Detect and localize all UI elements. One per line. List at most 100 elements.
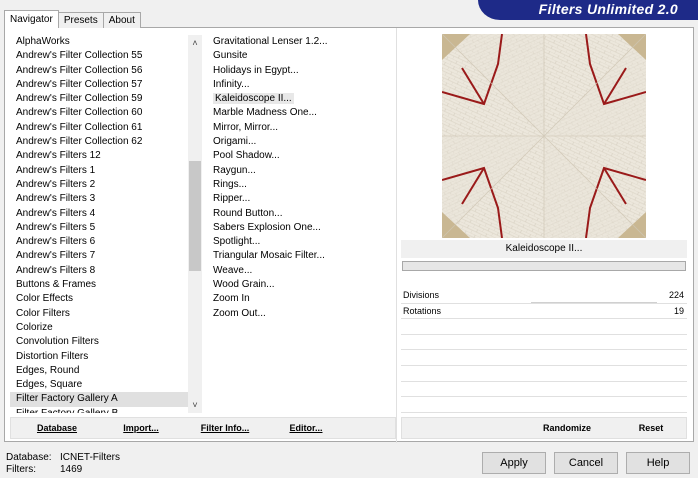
param-empty [401,397,687,413]
category-item[interactable]: Andrew's Filter Collection 59 [10,92,188,106]
main-panel: AlphaWorks Andrew's Filter Collection 55 A… [4,27,694,443]
database-button-label: Database [36,423,78,433]
category-item[interactable]: Filter Factory Gallery B [10,407,188,413]
tab-presets[interactable]: Presets [57,12,104,28]
help-button[interactable]: Help [626,452,690,474]
filter-list[interactable]: Gravitational Lenser 1.2... Gunsite Holida… [210,35,395,413]
filter-item[interactable]: Infinity... [210,78,395,92]
preview-button-bar: Randomize Reset [401,417,687,439]
category-item[interactable]: Distortion Filters [10,350,188,364]
randomize-button[interactable]: Randomize [522,418,612,438]
filter-item[interactable]: Marble Madness One... [210,106,395,120]
tab-navigator[interactable]: Navigator [4,10,59,28]
filter-item[interactable]: Wood Grain... [210,278,395,292]
filter-item[interactable]: Rings... [210,178,395,192]
filter-item-label: Holidays in Egypt... [213,64,299,76]
filter-item-label: Weave... [213,264,253,276]
title-banner: Filters Unlimited 2.0 [478,0,698,20]
cancel-button[interactable]: Cancel [554,452,618,474]
category-item[interactable]: Edges, Round [10,364,188,378]
parameter-list: Divisions 224 Rotations 19 [401,288,687,413]
filter-item[interactable]: Gravitational Lenser 1.2... [210,35,395,49]
scroll-down-icon[interactable]: ˅ [188,399,202,411]
filter-item-label: Marble Madness One... [213,107,317,119]
category-item[interactable]: Andrew's Filters 1 [10,164,188,178]
apply-button[interactable]: Apply [482,452,546,474]
filter-item[interactable]: Mirror, Mirror... [210,121,395,135]
filter-item-label: Raygun... [213,164,256,176]
filter-item-label: Zoom Out... [213,307,266,319]
category-item[interactable]: Andrew's Filters 7 [10,249,188,263]
filter-item-label: Infinity... [213,78,250,90]
filter-item[interactable]: Gunsite [210,49,395,63]
filter-item-label: Spotlight... [213,236,261,248]
tab-about[interactable]: About [102,12,141,28]
filter-item[interactable]: Sabers Explosion One... [210,221,395,235]
category-item[interactable]: Filter Factory Gallery A [10,392,188,407]
filter-item[interactable]: Ripper... [210,192,395,206]
category-item[interactable]: Colorize [10,321,188,335]
window-title: Filters Unlimited 2.0 [538,1,678,17]
category-item[interactable]: Andrew's Filters 2 [10,178,188,192]
filter-item[interactable]: Zoom Out... [210,307,395,321]
filter-info-button-label: Filter Info... [200,423,250,433]
category-item[interactable]: Andrew's Filter Collection 62 [10,135,188,149]
category-list[interactable]: AlphaWorks Andrew's Filter Collection 55 A… [10,35,188,413]
param-rotations[interactable]: Rotations 19 [401,304,687,320]
category-item[interactable]: Edges, Square [10,378,188,392]
filter-info-button[interactable]: Filter Info... [185,418,265,438]
category-item[interactable]: Andrew's Filters 4 [10,207,188,221]
filter-item[interactable]: Round Button... [210,207,395,221]
database-button[interactable]: Database [17,418,97,438]
category-item[interactable]: Color Effects [10,292,188,306]
category-item[interactable]: Andrew's Filters 12 [10,149,188,163]
preview-filter-name: Kaleidoscope II... [401,240,687,258]
panel-divider [396,28,397,443]
import-button[interactable]: Import... [103,418,179,438]
param-divisions[interactable]: Divisions 224 [401,288,687,304]
filter-item[interactable]: Kaleidoscope II... [210,92,395,106]
filter-item[interactable]: Weave... [210,264,395,278]
reset-button[interactable]: Reset [618,418,684,438]
category-item[interactable]: Andrew's Filters 8 [10,264,188,278]
filter-item-label: Round Button... [213,207,283,219]
editor-button-label: Editor... [289,423,323,433]
category-item[interactable]: AlphaWorks [10,35,188,49]
filter-item-label: Wood Grain... [213,279,275,291]
category-item[interactable]: Convolution Filters [10,335,188,349]
filters-count: 1469 [60,464,83,475]
param-value: 19 [673,305,684,316]
filter-item[interactable]: Pool Shadow... [210,149,395,163]
category-item[interactable]: Andrew's Filter Collection 55 [10,49,188,63]
category-item[interactable]: Color Filters [10,307,188,321]
navigator-button-bar: Database Import... Filter Info... Editor… [10,417,396,439]
scroll-up-icon[interactable]: ˄ [188,37,202,49]
filter-item-label: Gravitational Lenser 1.2... [213,36,328,47]
category-item[interactable]: Andrew's Filter Collection 61 [10,121,188,135]
filter-item[interactable]: Triangular Mosaic Filter... [210,249,395,263]
param-empty [401,319,687,335]
category-item[interactable]: Andrew's Filter Collection 56 [10,64,188,78]
param-empty [401,366,687,382]
filter-item-label: Triangular Mosaic Filter... [213,250,325,262]
category-item[interactable]: Andrew's Filters 6 [10,235,188,249]
filter-item[interactable]: Holidays in Egypt... [210,64,395,78]
category-scrollbar[interactable]: ˄ ˅ [188,35,202,413]
import-button-label: Import... [123,423,159,433]
category-item[interactable]: Andrew's Filter Collection 60 [10,106,188,120]
filter-item[interactable]: Spotlight... [210,235,395,249]
filter-item[interactable]: Zoom In [210,292,395,306]
category-item[interactable]: Buttons & Frames [10,278,188,292]
filter-item-label: Pool Shadow... [213,150,280,162]
category-item[interactable]: Andrew's Filter Collection 57 [10,78,188,92]
category-item[interactable]: Andrew's Filters 3 [10,192,188,206]
filter-item-label: Zoom In [213,293,250,305]
filter-item[interactable]: Origami... [210,135,395,149]
editor-button[interactable]: Editor... [271,418,341,438]
database-label: Database: [6,452,52,463]
filter-item-label: Ripper... [213,193,251,205]
category-item[interactable]: Andrew's Filters 5 [10,221,188,235]
scroll-thumb[interactable] [189,161,201,271]
filter-item[interactable]: Raygun... [210,164,395,178]
filter-item-label: Rings... [213,178,247,190]
